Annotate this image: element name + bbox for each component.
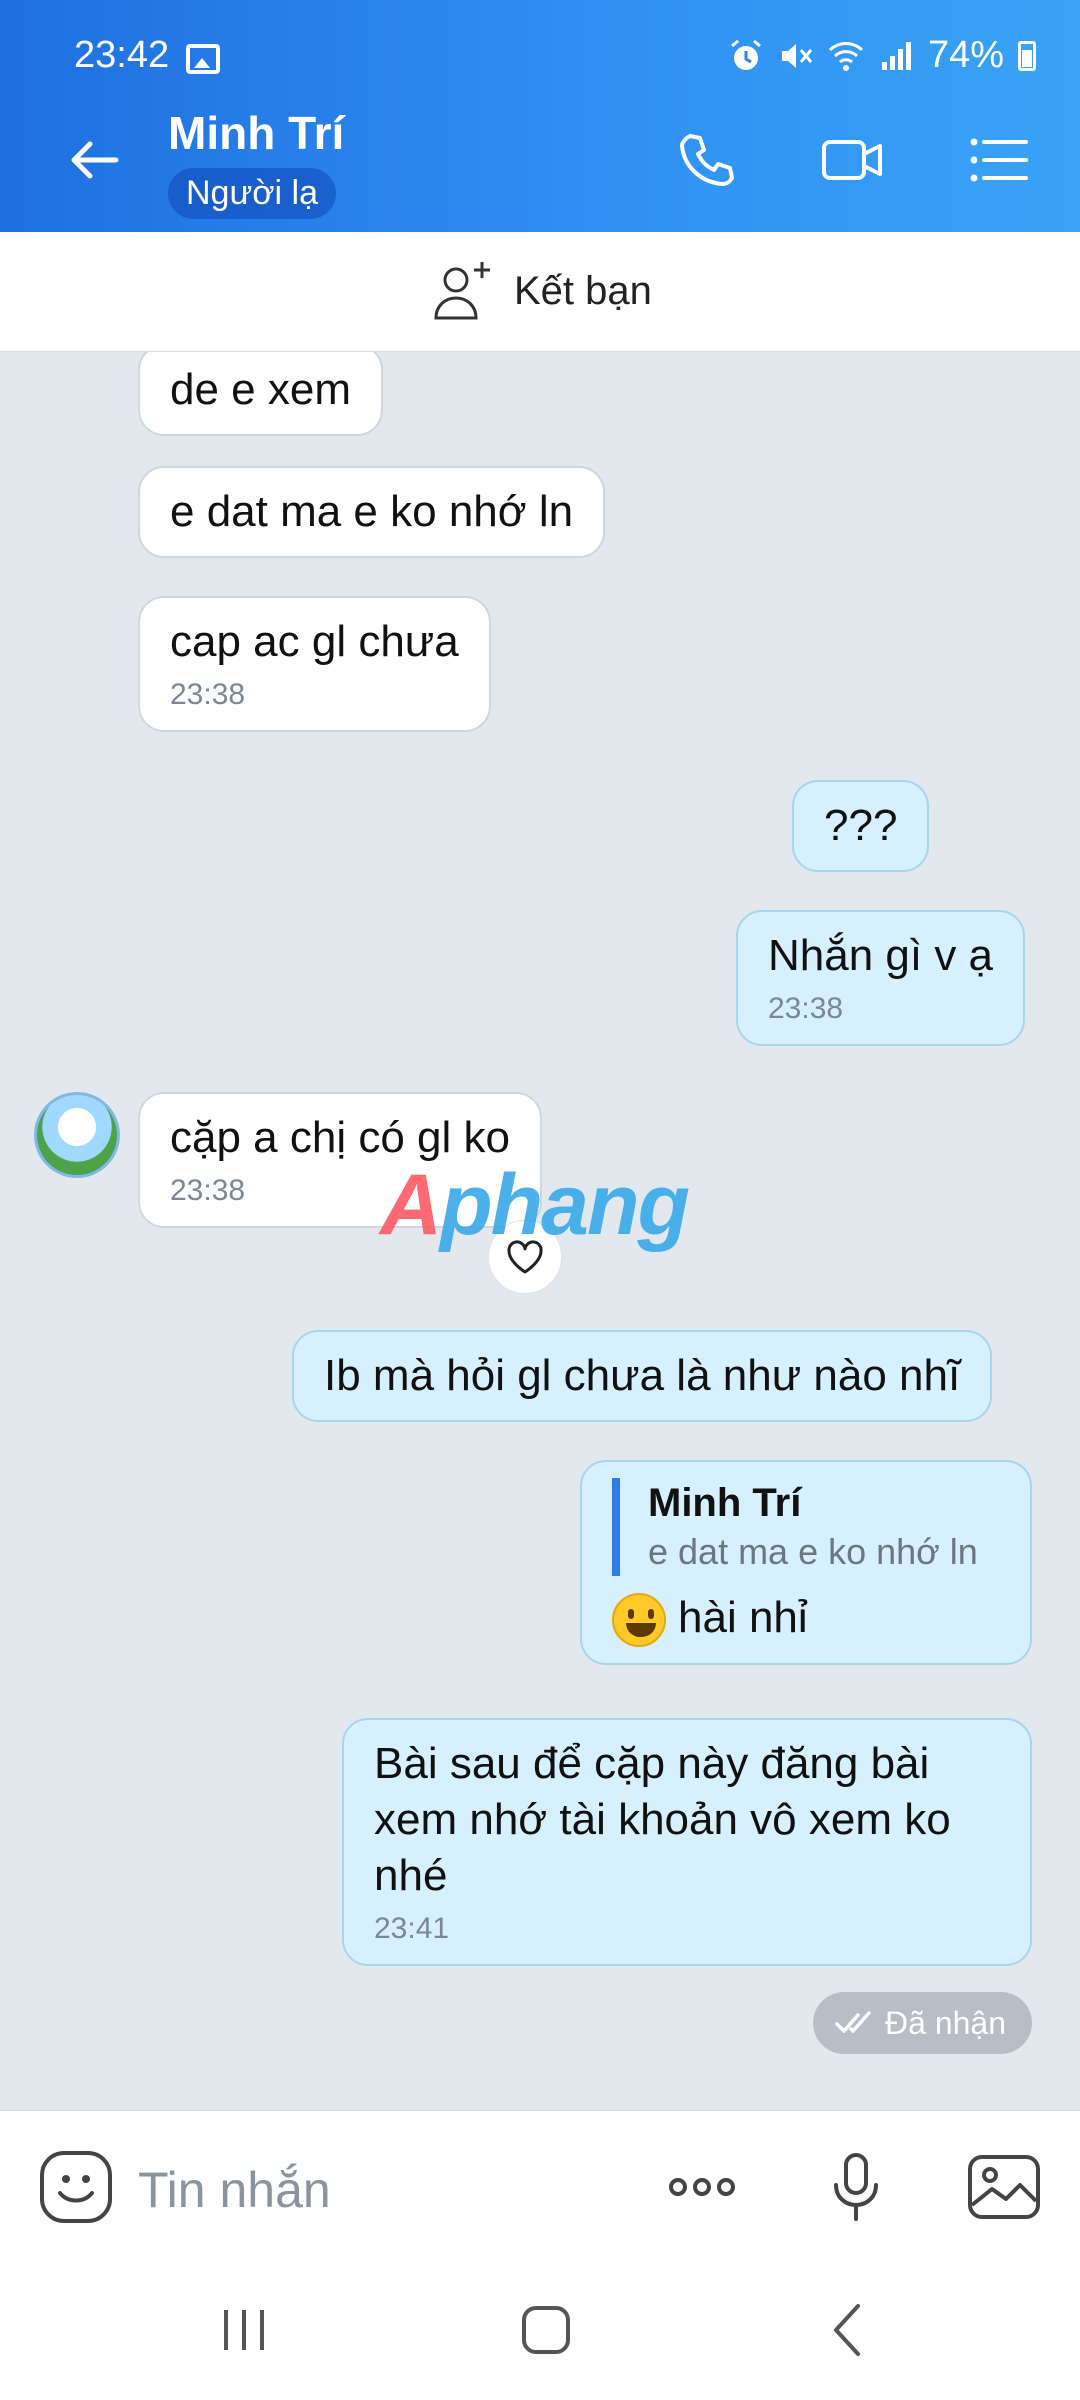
status-time: 23:42 bbox=[74, 34, 170, 76]
system-nav-bar bbox=[0, 2260, 1080, 2400]
quoted-sender: Minh Trí bbox=[648, 1481, 802, 1525]
nav-back-icon[interactable] bbox=[820, 2300, 880, 2360]
add-friend-icon bbox=[434, 262, 490, 320]
message-bubble[interactable]: Nhắn gì v ạ 23:38 bbox=[736, 910, 1026, 1046]
more-icon[interactable] bbox=[664, 2149, 740, 2225]
avatar[interactable] bbox=[34, 1092, 120, 1178]
wifi-icon bbox=[828, 41, 863, 71]
message-bubble[interactable]: de e xem bbox=[138, 352, 383, 436]
status-bar: 23:42 74% bbox=[0, 0, 1080, 88]
add-friend-bar[interactable]: Kết bạn bbox=[0, 232, 1080, 352]
message-time: 23:38 bbox=[170, 678, 246, 711]
message-bubble[interactable]: Ib mà hỏi gl chưa là như nào nhĩ bbox=[292, 1330, 993, 1422]
battery-percent: 74% bbox=[927, 34, 1004, 76]
chat-header: Minh Trí Người lạ bbox=[0, 88, 1080, 232]
home-icon[interactable] bbox=[516, 2300, 576, 2360]
microphone-icon[interactable] bbox=[818, 2149, 894, 2225]
read-receipt: Đã nhận bbox=[813, 1992, 1032, 2054]
quoted-message[interactable]: Minh Trí e dat ma e ko nhớ ln bbox=[612, 1478, 1000, 1576]
quoted-text: e dat ma e ko nhớ ln bbox=[648, 1531, 978, 1572]
reply-message-bubble[interactable]: Minh Trí e dat ma e ko nhớ ln hài nhỉ bbox=[580, 1460, 1032, 1666]
message-input[interactable]: Tin nhắn bbox=[138, 2161, 331, 2219]
message-input-bar: Tin nhắn bbox=[0, 2110, 1080, 2260]
watermark-logo: Aphang bbox=[380, 1157, 690, 1253]
message-time: 23:41 bbox=[374, 1912, 450, 1945]
image-icon[interactable] bbox=[966, 2149, 1042, 2225]
message-bubble[interactable]: Bài sau để cặp này đăng bài xem nhớ tài … bbox=[342, 1718, 1032, 1966]
add-friend-label: Kết bạn bbox=[514, 268, 652, 313]
alarm-icon bbox=[730, 39, 761, 70]
phone-icon[interactable] bbox=[674, 128, 738, 192]
double-check-icon bbox=[835, 2011, 871, 2033]
gallery-icon bbox=[186, 44, 220, 74]
message-bubble[interactable]: cap ac gl chưa 23:38 bbox=[138, 596, 491, 732]
mute-icon bbox=[781, 43, 813, 68]
chat-area[interactable]: de e xem e dat ma e ko nhớ ln cap ac gl … bbox=[0, 352, 1080, 2110]
signal-icon bbox=[881, 41, 911, 70]
recent-apps-icon[interactable] bbox=[214, 2300, 274, 2360]
top-bar: 23:42 74% Minh Trí Người lạ bbox=[0, 0, 1080, 232]
message-bubble[interactable]: ??? bbox=[792, 780, 930, 872]
contact-name[interactable]: Minh Trí bbox=[168, 106, 344, 160]
back-arrow-icon[interactable] bbox=[62, 128, 126, 192]
message-bubble[interactable]: e dat ma e ko nhớ ln bbox=[138, 466, 606, 558]
menu-icon[interactable] bbox=[966, 128, 1030, 192]
stranger-badge: Người lạ bbox=[168, 168, 336, 219]
battery-icon bbox=[1018, 40, 1036, 71]
sticker-icon[interactable] bbox=[38, 2149, 114, 2225]
message-time: 23:38 bbox=[768, 992, 844, 1025]
smile-emoji-icon bbox=[612, 1593, 666, 1648]
video-call-icon[interactable] bbox=[820, 128, 884, 192]
